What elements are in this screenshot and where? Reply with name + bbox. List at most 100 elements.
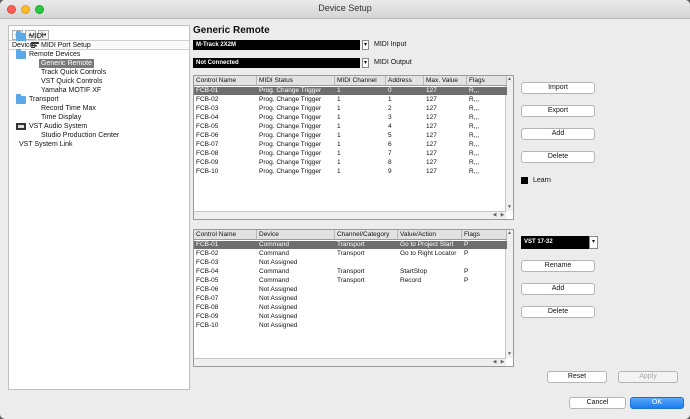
- table-cell: [335, 259, 398, 267]
- column-header[interactable]: Control Name: [194, 76, 257, 86]
- scroll-down-icon[interactable]: ▼: [506, 351, 513, 358]
- table-cell: Prog. Change Trigger: [259, 132, 322, 139]
- table-cell: FCB-02: [196, 96, 219, 103]
- column-header[interactable]: Flags: [462, 230, 507, 240]
- scroll-left-icon[interactable]: ◀: [491, 359, 498, 366]
- horizontal-scrollbar[interactable]: ◀ ▶: [194, 358, 506, 366]
- scroll-left-icon[interactable]: ◀: [491, 212, 498, 219]
- rename-button[interactable]: Rename: [521, 260, 595, 272]
- table-cell: Prog. Change Trigger: [259, 96, 322, 103]
- table-cell: 1: [337, 132, 341, 139]
- chevron-down-icon[interactable]: ▾: [589, 236, 598, 249]
- column-header[interactable]: Device: [257, 230, 335, 240]
- table-row[interactable]: FCB-08 Prog. Change Trigger 1 7 127 R,,,: [194, 150, 507, 158]
- midi-output-select[interactable]: Not Connected: [193, 58, 360, 68]
- ok-button[interactable]: OK: [630, 397, 684, 409]
- vst-bank-select[interactable]: VST 17-32: [521, 236, 589, 249]
- table-cell: StartStop: [400, 268, 428, 275]
- window-title: Device Setup: [318, 3, 372, 13]
- table-row[interactable]: FCB-10 Prog. Change Trigger 1 9 127 R,,,: [194, 168, 507, 176]
- column-header[interactable]: Value/Action: [398, 230, 462, 240]
- table-cell: 127: [426, 168, 437, 175]
- folder-icon: [16, 94, 26, 104]
- midi-input-select[interactable]: M-Track 2X2M: [193, 40, 360, 50]
- cancel-button[interactable]: Cancel: [569, 397, 626, 409]
- table-cell: P: [464, 277, 469, 284]
- tree-item-vst-system-link[interactable]: VST System Link: [19, 140, 73, 149]
- table-row[interactable]: FCB-02 Prog. Change Trigger 1 1 127 R,,,: [194, 96, 507, 104]
- command-assignment-table[interactable]: ▲ ▼ ◀ ▶ Control Name Device Channel/Catego…: [193, 229, 514, 367]
- tree-item-record-time-max[interactable]: Record Time Max: [41, 104, 96, 113]
- tree-item-midi-port-setup[interactable]: MIDI Port Setup: [41, 41, 91, 50]
- delete-assignment-button[interactable]: Delete: [521, 306, 595, 318]
- table-row[interactable]: FCB-01 Command Transport Go to Project Star…: [194, 241, 507, 249]
- table-cell: Transport: [337, 277, 365, 284]
- column-header[interactable]: Channel/Category: [335, 230, 398, 240]
- table-row[interactable]: FCB-06 Prog. Change Trigger 1 5 127 R,,,: [194, 132, 507, 140]
- tree-item-time-display[interactable]: Time Display: [41, 113, 81, 122]
- table-cell: [462, 295, 507, 303]
- tree-item-midi[interactable]: MIDI: [29, 32, 44, 41]
- chevron-down-icon[interactable]: ▾: [362, 40, 369, 50]
- scroll-down-icon[interactable]: ▼: [506, 204, 513, 211]
- table-cell: 127: [426, 96, 437, 103]
- tree-item-generic-remote[interactable]: Generic Remote: [39, 59, 94, 68]
- table-row[interactable]: FCB-09 Prog. Change Trigger 1 8 127 R,,,: [194, 159, 507, 167]
- scroll-up-icon[interactable]: ▲: [506, 76, 513, 83]
- table-row[interactable]: FCB-10 Not Assigned: [194, 322, 507, 330]
- table-row[interactable]: FCB-03 Prog. Change Trigger 1 2 127 R,,,: [194, 105, 507, 113]
- column-header[interactable]: Max. Value: [424, 76, 467, 86]
- table-row[interactable]: FCB-03 Not Assigned: [194, 259, 507, 267]
- table-row[interactable]: FCB-05 Prog. Change Trigger 1 4 127 R,,,: [194, 123, 507, 131]
- table-row[interactable]: FCB-06 Not Assigned: [194, 286, 507, 294]
- table-cell: P: [464, 268, 469, 275]
- tree-item-yamaha-motif-xf[interactable]: Yamaha MOTIF XF: [41, 86, 101, 95]
- tree-item-vst-quick-controls[interactable]: VST Quick Controls: [41, 77, 102, 86]
- table-cell: Not Assigned: [259, 259, 298, 266]
- learn-checkbox[interactable]: [521, 177, 528, 184]
- column-header[interactable]: Address: [386, 76, 424, 86]
- table-row[interactable]: FCB-05 Command Transport Record P: [194, 277, 507, 285]
- import-button[interactable]: Import: [521, 82, 595, 94]
- table-cell: Not Assigned: [259, 286, 298, 293]
- table-cell: 1: [337, 87, 341, 94]
- table-row[interactable]: FCB-04 Command Transport StartStop P: [194, 268, 507, 276]
- table-row[interactable]: FCB-08 Not Assigned: [194, 304, 507, 312]
- tree-item-vst-audio-system[interactable]: VST Audio System: [29, 122, 87, 131]
- export-button[interactable]: Export: [521, 105, 595, 117]
- table-row[interactable]: FCB-01 Prog. Change Trigger 1 0 127 R,,,: [194, 87, 507, 95]
- devices-panel: + − I◂ Devices MIDIMIDI Port SetupRemote…: [8, 25, 190, 390]
- table-row[interactable]: FCB-07 Prog. Change Trigger 1 6 127 R,,,: [194, 141, 507, 149]
- table-row[interactable]: FCB-02 Command Transport Go to Right Locato…: [194, 250, 507, 258]
- scroll-up-icon[interactable]: ▲: [506, 230, 513, 237]
- table-cell: R,,,: [469, 141, 480, 148]
- table-cell: 1: [337, 105, 341, 112]
- scroll-right-icon[interactable]: ▶: [499, 212, 506, 219]
- horizontal-scrollbar[interactable]: ◀ ▶: [194, 211, 506, 219]
- table-row[interactable]: FCB-09 Not Assigned: [194, 313, 507, 321]
- reset-button[interactable]: Reset: [547, 371, 607, 383]
- table-cell: 6: [388, 141, 392, 148]
- table-cell: Go to Right Locator: [400, 250, 457, 257]
- add-assignment-button[interactable]: Add: [521, 283, 595, 295]
- table-row[interactable]: FCB-04 Prog. Change Trigger 1 3 127 R,,,: [194, 114, 507, 122]
- delete-button[interactable]: Delete: [521, 151, 595, 163]
- column-header[interactable]: Control Name: [194, 230, 257, 240]
- tree-item-studio-production-center[interactable]: Studio Production Center: [41, 131, 119, 140]
- table-cell: 1: [337, 96, 341, 103]
- tree-item-transport[interactable]: Transport: [29, 95, 59, 104]
- column-header[interactable]: Flags: [467, 76, 507, 86]
- apply-button[interactable]: Apply: [618, 371, 678, 383]
- column-header[interactable]: MIDI Channel: [335, 76, 386, 86]
- scroll-right-icon[interactable]: ▶: [499, 359, 506, 366]
- table-cell: FCB-07: [196, 141, 219, 148]
- control-assignment-table[interactable]: ▲ ▼ ◀ ▶ Control Name MIDI Status MIDI Chan…: [193, 75, 514, 220]
- table-row[interactable]: FCB-07 Not Assigned: [194, 295, 507, 303]
- chevron-down-icon[interactable]: ▾: [362, 58, 369, 68]
- table-cell: Not Assigned: [259, 295, 298, 302]
- column-header[interactable]: MIDI Status: [257, 76, 335, 86]
- table-cell: [398, 304, 462, 312]
- tree-item-remote-devices[interactable]: Remote Devices: [29, 50, 80, 59]
- tree-item-track-quick-controls[interactable]: Track Quick Controls: [41, 68, 106, 77]
- add-button[interactable]: Add: [521, 128, 595, 140]
